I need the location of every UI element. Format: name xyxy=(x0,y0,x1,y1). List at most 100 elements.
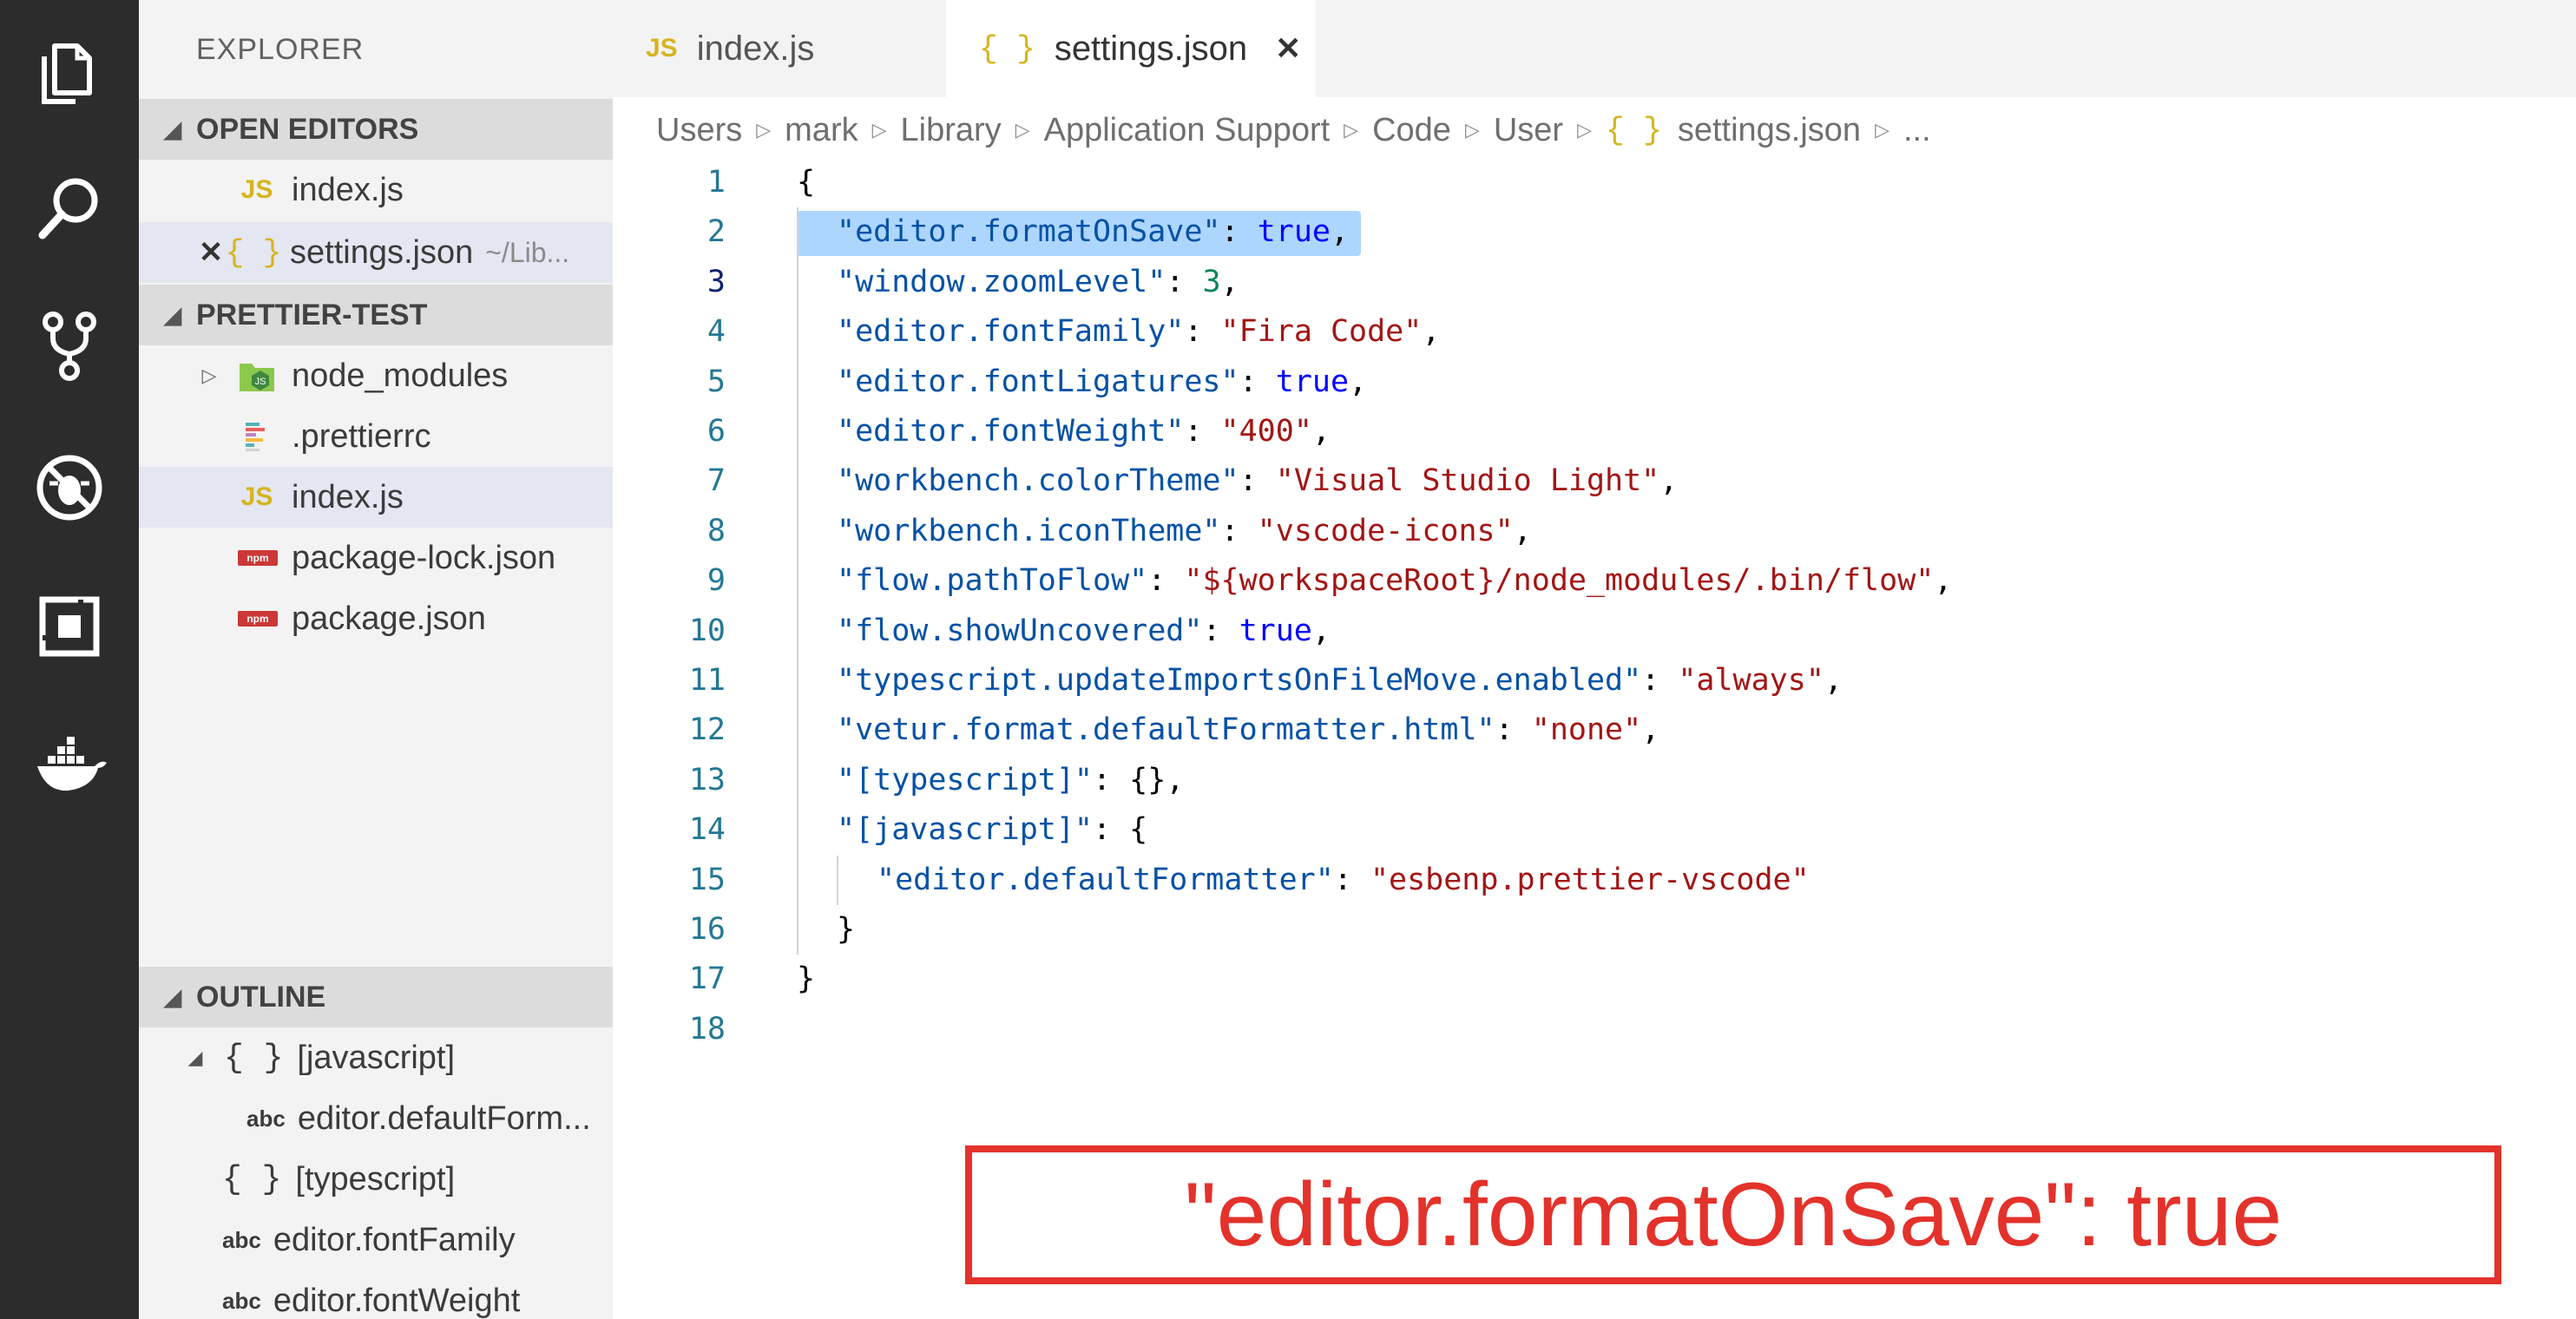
collapse-triangle-icon: ◢ xyxy=(164,115,181,142)
line-number: 6 xyxy=(706,414,726,449)
json-file-icon: { } xyxy=(225,234,282,271)
json-value: "400" xyxy=(1220,414,1312,449)
punctuation: { xyxy=(797,165,816,200)
js-file-icon: JS xyxy=(240,482,273,511)
punctuation: : xyxy=(1166,264,1203,299)
code-line[interactable]: 1{ xyxy=(613,158,2576,207)
collapse-triangle-icon[interactable]: ◢ xyxy=(182,1047,208,1069)
extensions-icon[interactable] xyxy=(26,583,113,670)
tab-index-js[interactable]: JS index.js xyxy=(613,0,946,97)
source-control-icon[interactable] xyxy=(26,302,113,389)
json-key: "flow.pathToFlow" xyxy=(837,563,1148,599)
breadcrumb-item[interactable]: Users xyxy=(656,112,742,149)
breadcrumb-item[interactable]: Application Support xyxy=(1044,112,1331,149)
punctuation: : xyxy=(1495,712,1532,748)
tab-settings-json[interactable]: { } settings.json ✕ xyxy=(946,0,1316,97)
code-line[interactable]: 3 "window.zoomLevel": 3, xyxy=(613,258,2576,307)
close-icon[interactable]: ✕ xyxy=(196,235,226,270)
outline-item-default-formatter[interactable]: abc editor.defaultForm... xyxy=(139,1088,613,1149)
open-editors-header[interactable]: ◢ OPEN EDITORS xyxy=(139,99,613,160)
code-line[interactable]: 12 "vetur.format.defaultFormatter.html": … xyxy=(613,705,2576,755)
outline-item-font-weight[interactable]: abc editor.fontWeight xyxy=(139,1270,613,1319)
line-number: 2 xyxy=(706,214,726,250)
breadcrumb-item[interactable]: Library xyxy=(901,112,1002,149)
tab-close-icon[interactable]: ✕ xyxy=(1275,30,1301,67)
sidebar-title: EXPLORER xyxy=(196,33,365,66)
open-editor-item-settings-json[interactable]: ✕ { } settings.json ~/Lib... xyxy=(139,222,613,283)
code-content: } xyxy=(797,955,815,1004)
files-icon[interactable] xyxy=(26,30,113,116)
project-folder-header[interactable]: ◢ PRETTIER-TEST xyxy=(139,285,613,345)
punctuation: : xyxy=(1093,812,1130,848)
code-line[interactable]: 16} xyxy=(613,905,2576,955)
code-line[interactable]: 9 "flow.pathToFlow": "${workspaceRoot}/no… xyxy=(613,556,2576,606)
punctuation: } xyxy=(837,912,856,947)
breadcrumb-item[interactable]: User xyxy=(1494,112,1563,149)
json-value: "always" xyxy=(1678,663,1824,698)
code-line[interactable]: 14 "[javascript]": { xyxy=(613,805,2576,855)
punctuation: , xyxy=(1311,414,1331,449)
expand-triangle-icon[interactable]: ▷ xyxy=(196,364,222,387)
code-line[interactable]: 11 "typescript.updateImportsOnFileMove.en… xyxy=(613,656,2576,705)
breadcrumb-file[interactable]: settings.json xyxy=(1678,112,1861,149)
open-editors-label: OPEN EDITORS xyxy=(196,112,419,146)
indent-guide xyxy=(837,855,838,905)
breadcrumb-item[interactable]: Code xyxy=(1372,112,1451,149)
breadcrumb-item[interactable]: mark xyxy=(785,112,858,149)
node-folder-icon: JS xyxy=(238,358,276,393)
code-line[interactable]: 10 "flow.showUncovered": true, xyxy=(613,607,2576,656)
line-number: 11 xyxy=(688,663,726,698)
line-number: 3 xyxy=(706,264,726,299)
code-line[interactable]: 18 xyxy=(613,1005,2576,1054)
code-line[interactable]: 15 "editor.defaultFormatter": "esbenp.pre… xyxy=(613,856,2576,905)
outline-item-typescript[interactable]: { } [typescript] xyxy=(139,1149,613,1210)
code-content: } xyxy=(837,905,855,955)
punctuation: : xyxy=(1093,762,1130,797)
punctuation: , xyxy=(1220,264,1239,299)
code-line[interactable]: 17} xyxy=(613,955,2576,1004)
code-content: "vetur.format.defaultFormatter.html": "n… xyxy=(837,705,1659,755)
outline-item-font-family[interactable]: abc editor.fontFamily xyxy=(139,1210,613,1270)
code-content: "workbench.iconTheme": "vscode-icons", xyxy=(837,507,1532,556)
code-content: "editor.fontWeight": "400", xyxy=(837,407,1331,456)
breadcrumb-ellipsis[interactable]: ... xyxy=(1903,112,1931,149)
collapse-triangle-icon: ◢ xyxy=(164,983,181,1010)
tree-item-index-js[interactable]: JS index.js xyxy=(139,467,613,528)
breadcrumb-separator-icon: ▷ xyxy=(1875,119,1889,141)
json-key: "[javascript]" xyxy=(837,812,1094,848)
code-line[interactable]: 2 "editor.formatOnSave": true, xyxy=(613,207,2576,257)
punctuation: , xyxy=(1422,314,1441,350)
code-content: "editor.defaultFormatter": "esbenp.prett… xyxy=(877,856,1810,905)
code-content: "window.zoomLevel": 3, xyxy=(837,258,1239,307)
open-editor-item-index-js[interactable]: JS index.js xyxy=(139,160,613,220)
outline-item-javascript[interactable]: ◢ { } [javascript] xyxy=(139,1027,613,1088)
breadcrumb-separator-icon: ▷ xyxy=(1464,119,1480,141)
line-number: 4 xyxy=(706,314,726,350)
line-number: 18 xyxy=(688,1011,726,1047)
code-line[interactable]: 4 "editor.fontFamily": "Fira Code", xyxy=(613,307,2576,357)
tree-item-package-lock-json[interactable]: npm package-lock.json xyxy=(139,528,613,588)
code-line[interactable]: 13 "[typescript]": {}, xyxy=(613,756,2576,805)
tree-item-label: index.js xyxy=(292,478,404,515)
code-content: "flow.showUncovered": true, xyxy=(837,607,1331,656)
search-icon[interactable] xyxy=(26,165,113,252)
outline-header[interactable]: ◢ OUTLINE xyxy=(139,967,613,1027)
tree-item-prettierrc[interactable]: .prettierrc xyxy=(139,406,613,467)
json-key: "[typescript]" xyxy=(837,762,1094,797)
code-line[interactable]: 6 "editor.fontWeight": "400", xyxy=(613,407,2576,456)
docker-icon[interactable] xyxy=(26,722,113,809)
string-symbol-icon: abc xyxy=(246,1105,286,1132)
code-line[interactable]: 7 "workbench.colorTheme": "Visual Studio … xyxy=(613,456,2576,506)
tree-item-package-json[interactable]: npm package.json xyxy=(139,588,613,649)
code-line[interactable]: 8 "workbench.iconTheme": "vscode-icons", xyxy=(613,507,2576,556)
punctuation: , xyxy=(1166,762,1185,797)
code-line[interactable]: 5 "editor.fontLigatures": true, xyxy=(613,358,2576,407)
outline-item-label: editor.fontFamily xyxy=(273,1221,516,1258)
tree-item-label: node_modules xyxy=(292,357,509,394)
tree-item-node-modules[interactable]: ▷ JS node_modules xyxy=(139,345,613,406)
code-content: "[javascript]": { xyxy=(837,805,1147,855)
line-number: 5 xyxy=(706,364,726,399)
code-content: "[typescript]": {}, xyxy=(837,756,1184,805)
debug-icon[interactable] xyxy=(26,444,113,531)
line-number: 15 xyxy=(688,862,726,897)
